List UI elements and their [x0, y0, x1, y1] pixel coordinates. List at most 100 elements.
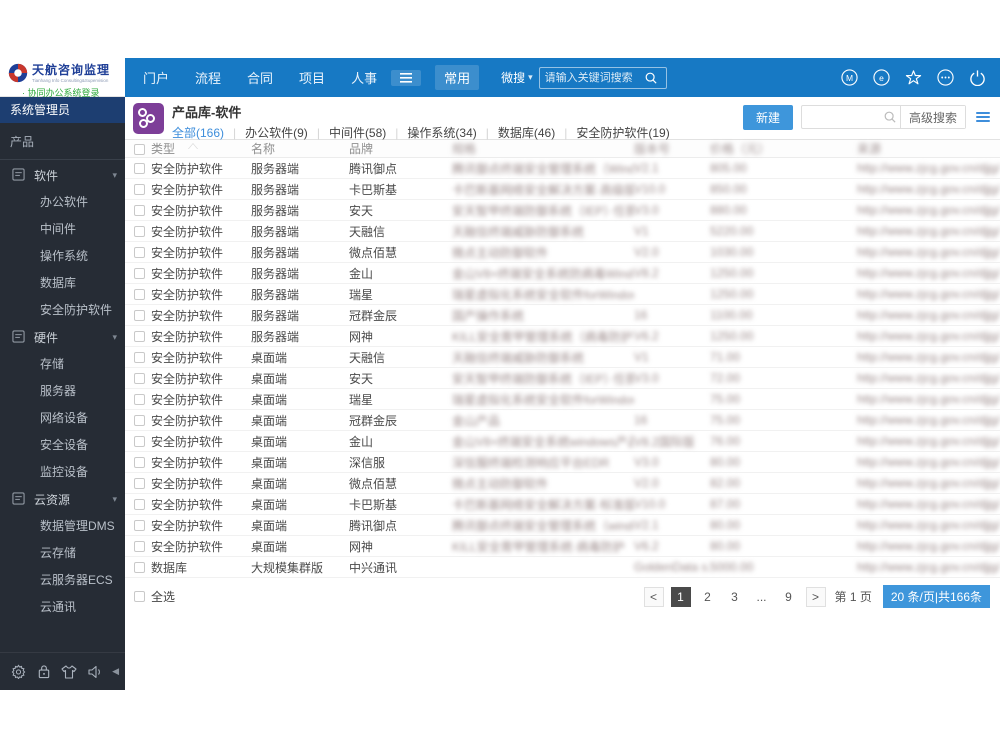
collapse-sidebar-icon[interactable]: ◀: [112, 666, 119, 677]
sidebar-item-中间件[interactable]: 中间件: [0, 216, 125, 243]
nav-favorites-button[interactable]: 常用: [435, 65, 480, 90]
list-view-icon[interactable]: [976, 112, 990, 122]
table-row[interactable]: 安全防护软件 服务器端 天融信 天融信终端威胁防御系统 V1 5220.00 http://…: [125, 221, 1000, 242]
row-checkbox[interactable]: [134, 520, 145, 532]
tab-操作系统(34)[interactable]: 操作系统(34): [407, 124, 476, 141]
nav-item[interactable]: 项目: [299, 68, 325, 87]
search-icon[interactable]: [880, 111, 900, 123]
page-size-summary[interactable]: 20 条/页|共166条: [882, 585, 990, 608]
row-checkbox[interactable]: [134, 331, 145, 343]
header-checkbox[interactable]: [134, 143, 145, 155]
page-1[interactable]: 1: [670, 586, 691, 607]
nav-item[interactable]: 合同: [247, 68, 273, 87]
nav-item[interactable]: 门户: [143, 68, 169, 87]
table-row[interactable]: 安全防护软件 桌面端 瑞星 瑞星虚拟化系统安全软件forWindows版本 75.00 h…: [125, 389, 1000, 410]
sidebar-group-硬件[interactable]: 硬件 ▾: [0, 324, 125, 351]
prev-page-button[interactable]: <: [643, 586, 664, 607]
table-search-input[interactable]: [801, 107, 880, 127]
sidebar-item-监控设备[interactable]: 监控设备: [0, 459, 125, 486]
table-row[interactable]: 安全防护软件 桌面端 金山 金山V8+终端安全系统windows产品端 V8.2国际版 7…: [125, 431, 1000, 452]
sidebar-group-软件[interactable]: 软件 ▾: [0, 162, 125, 189]
table-row[interactable]: 安全防护软件 服务器端 金山 金山V8+终端安全系统防病毒Windows版升级服务V8…: [125, 263, 1000, 284]
row-checkbox[interactable]: [134, 562, 145, 574]
table-row[interactable]: 安全防护软件 桌面端 冠群金辰 金山产品 16 75.00 http://www.zjcg.…: [125, 410, 1000, 431]
tab-中间件(58)[interactable]: 中间件(58): [329, 124, 386, 141]
sidebar-group-云资源[interactable]: 云资源 ▾: [0, 486, 125, 513]
row-checkbox[interactable]: [134, 541, 145, 553]
table-row[interactable]: 安全防护软件 服务器端 网神 KILL安全胄甲管理系统（病毒防护） V6.2 1250.0…: [125, 326, 1000, 347]
page-3[interactable]: 3: [725, 587, 745, 607]
table-row[interactable]: 数据库 大规模集群版 中兴通讯 GoldenData s... 5000.00 http:…: [125, 557, 1000, 578]
sidebar-item-安全设备[interactable]: 安全设备: [0, 432, 125, 459]
sidebar-item-网络设备[interactable]: 网络设备: [0, 405, 125, 432]
sidebar-item-操作系统[interactable]: 操作系统: [0, 243, 125, 270]
feedback-icon[interactable]: e: [873, 69, 890, 86]
row-checkbox[interactable]: [134, 289, 145, 301]
table-row[interactable]: 安全防护软件 桌面端 天融信 天融信终端威胁防御系统 V1 71.00 http://www…: [125, 347, 1000, 368]
table-row[interactable]: 安全防护软件 桌面端 深信服 深信服终端检测响应平台EDR V3.0 80.00 http:…: [125, 452, 1000, 473]
sidebar-item-存储[interactable]: 存储: [0, 351, 125, 378]
page-9[interactable]: 9: [779, 587, 799, 607]
tab-全部(166)[interactable]: 全部(166): [172, 124, 224, 150]
table-row[interactable]: 安全防护软件 桌面端 网神 KILL安全胄甲管理系统·病毒防护 V6.2 80.00 htt…: [125, 536, 1000, 557]
row-checkbox[interactable]: [134, 205, 145, 217]
row-checkbox[interactable]: [134, 226, 145, 238]
row-checkbox[interactable]: [134, 373, 145, 385]
table-row[interactable]: 安全防护软件 服务器端 腾讯御点 腾讯御点终端安全管理系统（Windows版）V2.1…: [125, 158, 1000, 179]
row-checkbox[interactable]: [134, 499, 145, 511]
table-row[interactable]: 安全防护软件 服务器端 冠群金辰 国产操作系统 16 1100.00 http://www.…: [125, 305, 1000, 326]
row-checkbox[interactable]: [134, 457, 145, 469]
tab-数据库(46)[interactable]: 数据库(46): [498, 124, 555, 141]
sidebar-item-数据管理DMS[interactable]: 数据管理DMS: [0, 513, 125, 540]
row-checkbox[interactable]: [134, 415, 145, 427]
new-button[interactable]: 新建: [742, 104, 793, 130]
row-checkbox[interactable]: [134, 247, 145, 259]
page-2[interactable]: 2: [698, 587, 718, 607]
theme-shirt-icon[interactable]: [61, 664, 77, 680]
row-checkbox[interactable]: [134, 310, 145, 322]
tab-办公软件(9)[interactable]: 办公软件(9): [245, 124, 308, 141]
more-options-icon[interactable]: [937, 69, 954, 86]
sidebar-section-product[interactable]: 产品: [0, 123, 125, 159]
sidebar-item-云服务器ECS[interactable]: 云服务器ECS: [0, 567, 125, 594]
favorite-star-icon[interactable]: [905, 69, 922, 86]
search-icon[interactable]: [645, 72, 657, 84]
sidebar-item-云存储[interactable]: 云存储: [0, 540, 125, 567]
table-row[interactable]: 安全防护软件 桌面端 卡巴斯基 卡巴斯基网络安全解决方案·标准版（KS2-KSC...…: [125, 494, 1000, 515]
row-checkbox[interactable]: [134, 163, 145, 175]
global-search-input[interactable]: [544, 71, 645, 84]
tab-安全防护软件(19)[interactable]: 安全防护软件(19): [576, 124, 669, 141]
table-row[interactable]: 安全防护软件 桌面端 腾讯御点 腾讯御点终端安全管理系统（windows版）V2.1版…: [125, 515, 1000, 536]
nav-item[interactable]: 流程: [195, 68, 221, 87]
lock-icon[interactable]: [36, 664, 52, 680]
table-row[interactable]: 安全防护软件 桌面端 安天 安天智甲终端防御系统（IEP）·任我编辑防病毒V3.0 72…: [125, 368, 1000, 389]
table-row[interactable]: 安全防护软件 桌面端 微点佰慧 微点主动防御软件 V2.0 82.00 http://www…: [125, 473, 1000, 494]
table-row[interactable]: 安全防护软件 服务器端 微点佰慧 微点主动防御软件 V2.0 1030.00 http://…: [125, 242, 1000, 263]
row-checkbox[interactable]: [134, 268, 145, 280]
table-row[interactable]: 安全防护软件 服务器端 安天 安天智甲终端防御系统（IEP）·任我编辑防病毒V3.0 8…: [125, 200, 1000, 221]
advanced-search-button[interactable]: 高级搜索: [899, 106, 965, 128]
role-header[interactable]: 系统管理员: [0, 97, 125, 123]
table-cell: 安全防护软件: [151, 266, 224, 281]
sidebar-item-数据库[interactable]: 数据库: [0, 270, 125, 297]
table-row[interactable]: 安全防护软件 服务器端 瑞星 瑞星虚拟化系统安全软件forWindows版·升级服务 1…: [125, 284, 1000, 305]
table-row[interactable]: 安全防护软件 服务器端 卡巴斯基 卡巴斯基网络安全解决方案·高级版 D30值及授权50…: [125, 179, 1000, 200]
row-checkbox[interactable]: [134, 394, 145, 406]
sidebar-item-服务器[interactable]: 服务器: [0, 378, 125, 405]
nav-item[interactable]: 人事: [351, 68, 377, 87]
settings-gear-icon[interactable]: [10, 664, 26, 680]
sidebar-item-办公软件[interactable]: 办公软件: [0, 189, 125, 216]
sidebar-item-云通讯[interactable]: 云通讯: [0, 594, 125, 621]
nav-more-button[interactable]: [391, 69, 422, 86]
select-all-checkbox[interactable]: [134, 591, 145, 602]
next-page-button[interactable]: >: [805, 586, 826, 607]
message-icon[interactable]: M: [841, 69, 858, 86]
wesearch-dropdown[interactable]: 微搜 ▾: [501, 69, 533, 86]
row-checkbox[interactable]: [134, 436, 145, 448]
row-checkbox[interactable]: [134, 352, 145, 364]
row-checkbox[interactable]: [134, 478, 145, 490]
power-logout-icon[interactable]: [969, 69, 986, 86]
sound-speaker-icon[interactable]: [87, 664, 103, 680]
row-checkbox[interactable]: [134, 184, 145, 196]
sidebar-item-安全防护软件[interactable]: 安全防护软件: [0, 297, 125, 324]
